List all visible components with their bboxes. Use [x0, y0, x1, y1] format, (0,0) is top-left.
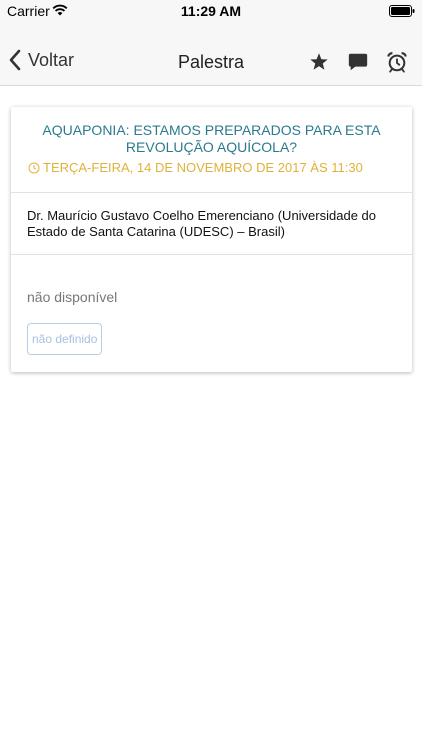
talk-datetime: TERÇA-FEIRA, 14 DE NOVEMBRO DE 2017 ÀS 1… — [11, 160, 412, 175]
status-chip[interactable]: não definido — [27, 323, 103, 355]
talk-title: AQUAPONIA: ESTAMOS PREPARADOS PARA ESTA … — [42, 122, 381, 155]
battery-icon — [389, 5, 415, 17]
status-time: 11:29 AM — [180, 3, 242, 19]
star-icon[interactable] — [308, 51, 330, 73]
back-button[interactable]: Voltar — [6, 48, 74, 72]
speaker-section: Dr. Maurício Gustavo Coelho Emerenciano … — [11, 193, 412, 255]
navigation-bar: Voltar Palestra — [0, 22, 422, 86]
info-section: não disponível não definido — [11, 255, 412, 355]
speaker-name: Dr. Maurício Gustavo Coelho Emerenciano … — [27, 208, 377, 239]
availability-text: não disponível — [27, 289, 118, 305]
talk-datetime-text: TERÇA-FEIRA, 14 DE NOVEMBRO DE 2017 ÀS 1… — [43, 160, 363, 175]
chat-icon[interactable] — [347, 51, 369, 73]
chevron-left-icon — [9, 49, 21, 71]
back-label: Voltar — [28, 49, 75, 70]
alarm-clock-icon[interactable] — [386, 51, 408, 73]
talk-header: AQUAPONIA: ESTAMOS PREPARADOS PARA ESTA … — [11, 107, 412, 193]
talk-card: AQUAPONIA: ESTAMOS PREPARADOS PARA ESTA … — [11, 107, 412, 372]
clock-icon — [28, 162, 40, 173]
status-bar: Carrier 11:29 AM — [0, 0, 422, 22]
